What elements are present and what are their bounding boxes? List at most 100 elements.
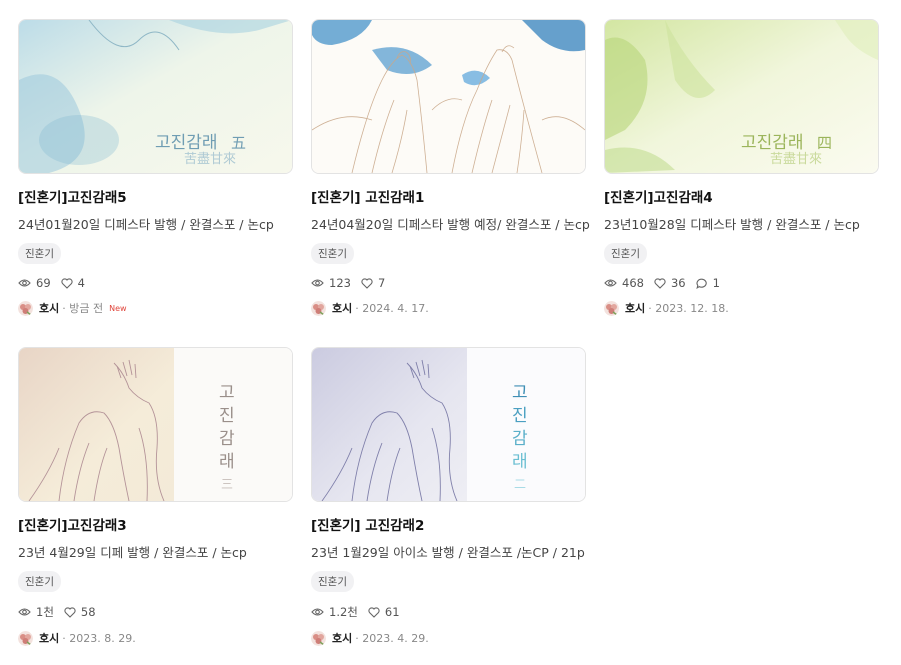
post-author: 호시 · 방금 전 New: [18, 300, 293, 316]
post-title[interactable]: [진혼기]고진감래4: [604, 186, 879, 206]
avatar[interactable]: [18, 300, 33, 316]
svg-text:苦盡甘來: 苦盡甘來: [770, 151, 822, 167]
post-author: 호시 · 2023. 12. 18.: [604, 300, 879, 316]
view-count: 69: [18, 276, 51, 290]
like-count: 58: [64, 605, 96, 619]
view-count-value: 1천: [36, 605, 54, 619]
post-author: 호시 · 2023. 8. 29.: [18, 630, 293, 646]
new-badge: New: [109, 303, 127, 313]
like-count-value: 7: [377, 276, 386, 290]
like-count-value: 61: [384, 605, 400, 619]
like-count: 36: [654, 276, 686, 290]
post-stats: 1.2천 61: [311, 604, 586, 620]
post-stats: 1천 58: [18, 604, 293, 620]
svg-text:래: 래: [512, 452, 528, 472]
view-count: 468: [604, 276, 644, 290]
post-title[interactable]: [진혼기] 고진감래2: [311, 514, 586, 534]
post-date: · 2023. 12. 18.: [648, 301, 729, 315]
post-thumbnail[interactable]: 고진감래 五 苦盡甘來: [18, 19, 293, 174]
author-name[interactable]: 호시: [332, 300, 352, 316]
svg-text:苦盡甘來: 苦盡甘來: [184, 151, 236, 167]
heart-icon: [64, 606, 76, 618]
view-count: 1.2천: [311, 604, 358, 620]
post-stats: 69 4: [18, 276, 293, 290]
post-tag[interactable]: 진혼기: [311, 243, 354, 264]
svg-text:四: 四: [817, 134, 832, 152]
post-author: 호시 · 2024. 4. 17.: [311, 300, 586, 316]
post-description: 24년04월20일 디페스타 발행 예정/ 완결스포 / 논cp: [311, 217, 590, 232]
heart-icon: [654, 277, 666, 289]
avatar[interactable]: [311, 300, 326, 316]
like-count: 7: [361, 276, 385, 290]
svg-text:고진감래: 고진감래: [155, 133, 218, 153]
svg-text:래: 래: [219, 452, 235, 472]
view-count-value: 468: [622, 276, 644, 290]
svg-text:고: 고: [512, 383, 528, 403]
post-tag[interactable]: 진혼기: [311, 571, 354, 592]
eye-icon: [311, 608, 324, 616]
comment-icon: [695, 278, 707, 289]
heart-icon: [61, 277, 73, 289]
post-date: · 방금 전: [62, 302, 104, 315]
svg-text:감: 감: [512, 429, 528, 449]
eye-icon: [18, 608, 31, 616]
svg-text:진: 진: [219, 406, 235, 426]
post-date: · 2024. 4. 17.: [355, 301, 429, 315]
eye-icon: [18, 279, 31, 287]
author-name[interactable]: 호시: [39, 630, 59, 646]
like-count-value: 58: [80, 605, 96, 619]
svg-text:고진감래: 고진감래: [741, 133, 804, 153]
svg-text:二: 二: [514, 477, 526, 491]
like-count-value: 4: [77, 276, 85, 290]
post-card[interactable]: 고진감래 四 苦盡甘來 [진혼기]고진감래4 23년10월28일 디페스타 발행…: [604, 19, 879, 316]
post-description: 24년01월20일 디페스타 발행 / 완결스포 / 논cp: [18, 217, 274, 232]
post-thumbnail[interactable]: 고 진 감 래 三: [18, 347, 293, 502]
post-card[interactable]: 고진감래 五 苦盡甘來 [진혼기]고진감래5 24년01월20일 디페스타 발행…: [18, 19, 293, 316]
post-stats: 123 7: [311, 276, 586, 290]
svg-text:감: 감: [219, 429, 235, 449]
like-count: 61: [368, 605, 400, 619]
post-thumbnail[interactable]: 고진감래 四 苦盡甘來: [604, 19, 879, 174]
post-date: · 2023. 4. 29.: [355, 631, 429, 645]
post-grid: 고진감래 五 苦盡甘來 [진혼기]고진감래5 24년01월20일 디페스타 발행…: [0, 0, 901, 665]
view-count: 123: [311, 276, 351, 290]
eye-icon: [311, 279, 324, 287]
author-name[interactable]: 호시: [625, 300, 645, 316]
author-name[interactable]: 호시: [39, 300, 59, 316]
like-count-value: 36: [670, 276, 686, 290]
view-count-value: 123: [329, 276, 351, 290]
avatar[interactable]: [18, 630, 33, 646]
post-tag[interactable]: 진혼기: [18, 243, 61, 264]
post-tag[interactable]: 진혼기: [604, 243, 647, 264]
like-count: 4: [61, 276, 85, 290]
post-card[interactable]: [진혼기] 고진감래1 24년04월20일 디페스타 발행 예정/ 완결스포 /…: [311, 19, 590, 316]
post-date: · 2023. 8. 29.: [62, 631, 136, 645]
view-count: 1천: [18, 604, 54, 620]
post-title[interactable]: [진혼기]고진감래5: [18, 186, 293, 206]
post-card[interactable]: 고 진 감 래 三 [진혼기]고진감래3 23년 4월29일 디페 발행 / 완…: [18, 347, 293, 646]
svg-text:三: 三: [221, 477, 233, 491]
avatar[interactable]: [604, 300, 619, 316]
avatar[interactable]: [311, 630, 326, 646]
post-tag[interactable]: 진혼기: [18, 571, 61, 592]
comment-count-value: 1: [712, 276, 720, 290]
post-author: 호시 · 2023. 4. 29.: [311, 630, 586, 646]
heart-icon: [361, 277, 373, 289]
post-card[interactable]: 고 진 감 래 二 [진혼기] 고진감래2 23년 1월29일 아이소 발행 /…: [311, 347, 586, 646]
comment-count: 1: [695, 276, 720, 290]
heart-icon: [368, 606, 380, 618]
eye-icon: [604, 279, 617, 287]
svg-text:五: 五: [231, 134, 246, 152]
post-title[interactable]: [진혼기] 고진감래1: [311, 186, 586, 206]
view-count-value: 1.2천: [329, 605, 358, 619]
post-thumbnail[interactable]: 고 진 감 래 二: [311, 347, 586, 502]
post-title[interactable]: [진혼기]고진감래3: [18, 514, 293, 534]
post-description: 23년 1월29일 아이소 발행 / 완결스포 /논CP / 21p: [311, 545, 585, 560]
svg-text:고: 고: [219, 383, 235, 403]
svg-text:진: 진: [512, 406, 528, 426]
view-count-value: 69: [36, 276, 51, 290]
post-thumbnail[interactable]: [311, 19, 586, 174]
post-description: 23년10월28일 디페스타 발행 / 완결스포 / 논cp: [604, 217, 860, 232]
author-name[interactable]: 호시: [332, 630, 352, 646]
post-description: 23년 4월29일 디페 발행 / 완결스포 / 논cp: [18, 545, 247, 560]
